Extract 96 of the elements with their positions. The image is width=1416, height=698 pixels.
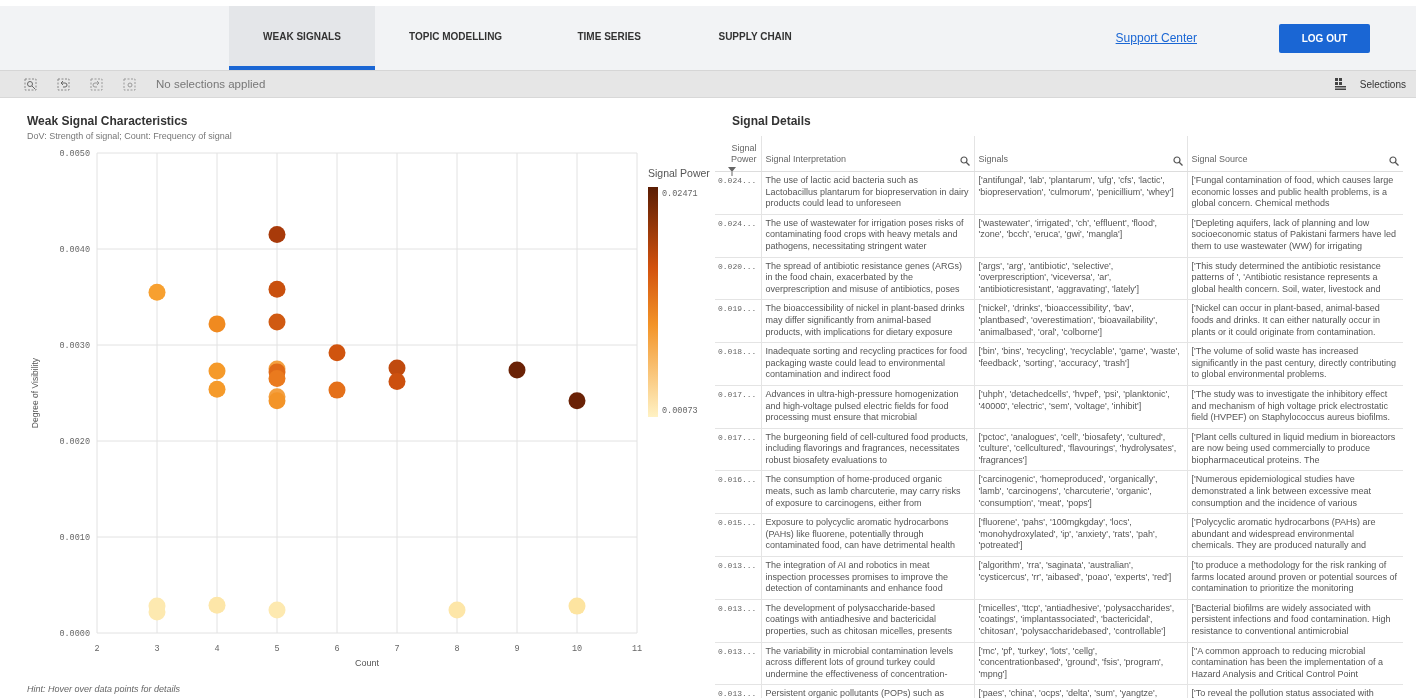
- nav-tab[interactable]: WEAK SIGNALS: [229, 6, 375, 70]
- table-cell: ['paes', 'china', 'ocps', 'delta', 'sum', 'yangtze',: [974, 684, 1187, 698]
- x-tick-label: 2: [94, 644, 100, 654]
- table-cell: 0.018...: [715, 342, 761, 386]
- table-cell: 0.017...: [715, 385, 761, 429]
- column-header[interactable]: Signal Power: [715, 136, 761, 172]
- support-link[interactable]: Support Center: [1115, 31, 1197, 45]
- table-cell: ['The study was to investigate the inhibitory effect and mechanism of high voltage prick electrostatic field (HVPEF) on Staphylococcus aureus biofilms.: [1187, 385, 1403, 429]
- table-cell: The bioaccessibility of nickel in plant-based drinks may differ significantly from animal-based products, with implications for dietary exposure: [761, 299, 974, 343]
- sort-icon[interactable]: [728, 167, 736, 176]
- x-tick-label: 5: [274, 644, 280, 654]
- x-tick-label: 9: [514, 644, 520, 654]
- y-tick-label: 0.0000: [59, 629, 90, 639]
- panel-subtitle: DoV: Strength of signal; Count: Frequency of signal: [27, 131, 232, 141]
- table-cell: The variability in microbial contamination levels across different lots of ground turkey could undermine the effectiveness of concentration-: [761, 642, 974, 685]
- table-cell: 0.013...: [715, 684, 761, 698]
- column-header[interactable]: Signal Source: [1187, 136, 1403, 172]
- x-tick-label: 7: [394, 644, 400, 654]
- table-cell: The development of polysaccharide-based coatings with antiadhesive and bactericidal properties, such as chitosan micelles, presents: [761, 599, 974, 643]
- table-cell: Advances in ultra-high-pressure homogenization and high-voltage pulsed electric fields for food processing must ensure that microbial: [761, 385, 974, 429]
- table-cell: ['wastewater', 'irrigated', 'ch', 'effluent', 'flood', 'zone', 'bcch', 'eruca', 'gwi', 'mangla']: [974, 214, 1187, 258]
- search-icon[interactable]: [1389, 156, 1399, 166]
- nav-tab[interactable]: TOPIC MODELLING: [375, 6, 537, 70]
- table-cell: The use of wastewater for irrigation poses risks of contaminating food crops with heavy metals and pathogens, necessitating stringent water: [761, 214, 974, 258]
- table-cell: ['pctoc', 'analogues', 'cell', 'biosafety', 'cultured', 'culture', 'cellcultured', 'flavourings', 'hydrolysates', 'fragrances']: [974, 428, 1187, 471]
- table-cell: Persistent organic pollutants (POPs) such as: [761, 684, 974, 698]
- panel-title: Weak Signal Characteristics: [27, 114, 188, 128]
- x-axis-label: Count: [355, 658, 379, 668]
- column-header[interactable]: Signals: [974, 136, 1187, 172]
- table-cell: The burgeoning field of cell-cultured food products, including flavorings and fragrances, necessitates robust biosafety evaluations to: [761, 428, 974, 471]
- table-cell: 0.013...: [715, 642, 761, 685]
- table-cell: 0.013...: [715, 556, 761, 600]
- table-cell: ['micelles', 'ttcp', 'antiadhesive', 'polysaccharides', 'coatings', 'implantassociated', 'bactericidal', 'chitosan', 'polysaccharidebased', 'controllable']: [974, 599, 1187, 643]
- table-cell: ['To reveal the pollution status associated with: [1187, 684, 1403, 698]
- table-cell: ['Fungal contamination of food, which causes large economic losses and public health problems, is a global concern. Chemical methods: [1187, 171, 1403, 215]
- table-cell: ['Plant cells cultured in liquid medium in bioreactors are now being used commercially to produce biopharmaceutical proteins. The: [1187, 428, 1403, 471]
- x-tick-label: 10: [571, 644, 583, 654]
- selection-search-icon[interactable]: [24, 77, 37, 91]
- nav-tab[interactable]: SUPPLY CHAIN: [682, 6, 829, 70]
- table-cell: 0.020...: [715, 257, 761, 300]
- table-cell: The use of lactic acid bacteria such as Lactobacillus plantarum for biopreservation in dairy products could lead to unforeseen: [761, 171, 974, 215]
- table-cell: 0.017...: [715, 428, 761, 471]
- y-tick-label: 0.0050: [59, 149, 90, 159]
- table-cell: ['The volume of solid waste has increased significantly in the past century, directly contributing to global environmental problems.: [1187, 342, 1403, 386]
- table-cell: 0.013...: [715, 599, 761, 643]
- table-cell: 0.024...: [715, 214, 761, 258]
- table-cell: ['uhph', 'detachedcells', 'hvpef', 'psi', 'planktonic', '40000', 'electric', 'sem', 'voltage', 'inhibit']: [974, 385, 1187, 429]
- table-cell: ['Bacterial biofilms are widely associated with persistent infections and food contamination. High resistance to conventional antimicrobial: [1187, 599, 1403, 643]
- y-tick-label: 0.0010: [59, 533, 90, 543]
- table-cell: ['algorithm', 'rra', 'saginata', 'australian', 'cysticercus', 'rr', 'aibased', 'poao', 'experts', 'red']: [974, 556, 1187, 600]
- table-cell: ['mc', 'pf', 'turkey', 'lots', 'cellg', 'concentrationbased', 'ground', 'fsis', 'program', 'mpng']: [974, 642, 1187, 685]
- table-cell: 0.024...: [715, 171, 761, 215]
- table-cell: Exposure to polycyclic aromatic hydrocarbons (PAHs) like fluorene, potentially through contaminated food, can have detrimental health: [761, 513, 974, 557]
- y-tick-label: 0.0040: [59, 245, 90, 255]
- table-cell: ['antifungal', 'lab', 'plantarum', 'ufg', 'cfs', 'lactic', 'biopreservation', 'culmorum', 'penicillium', 'whey']: [974, 171, 1187, 215]
- nav-tab[interactable]: TIME SERIES: [536, 6, 683, 70]
- table-cell: ['fluorene', 'pahs', '100mgkgday', 'locs', 'monohydroxylated', 'ip', 'anxiety', 'rats', 'pah', 'potreated']: [974, 513, 1187, 557]
- y-tick-label: 0.0020: [59, 437, 90, 447]
- legend-max-label: 0.02471: [662, 189, 698, 199]
- table-cell: ['Nickel can occur in plant-based, animal-based foods and drinks. It can either naturally occur in plants or it could originate from contamination.: [1187, 299, 1403, 343]
- table-cell: ['bin', 'bins', 'recycling', 'recyclable', 'game', 'waste', 'feedback', 'sorting', 'accuracy', 'trash']: [974, 342, 1187, 386]
- legend-min-label: 0.00073: [662, 406, 698, 416]
- table-cell: ['Polycyclic aromatic hydrocarbons (PAHs) are abundant and widespread environmental chemicals. They are produced naturally and: [1187, 513, 1403, 557]
- y-axis-label: Degree of Visibility: [30, 357, 40, 429]
- table-cell: ['Depleting aquifers, lack of planning and low socioeconomic status of Pakistani farmers have led them to use wastewater (WW) for irrigating: [1187, 214, 1403, 258]
- logout-button[interactable]: LOG OUT: [1279, 23, 1370, 53]
- table-cell: 0.019...: [715, 299, 761, 343]
- selections-button[interactable]: Selections: [1328, 77, 1412, 91]
- table-cell: Inadequate sorting and recycling practices for food packaging waste could lead to environmental contamination and indirect food: [761, 342, 974, 386]
- panel-title: Signal Details: [732, 114, 811, 128]
- column-header[interactable]: Signal Interpretation: [761, 136, 974, 172]
- search-icon[interactable]: [959, 156, 970, 166]
- legend-title: Signal Power: [648, 167, 710, 179]
- x-tick-label: 3: [154, 644, 160, 654]
- table-cell: ['carcinogenic', 'homeproduced', 'organically', 'lamb', 'carcinogens', 'charcuterie', 'organic', 'consumption', 'meat', 'pops']: [974, 470, 1187, 514]
- step-back-icon[interactable]: [57, 77, 70, 91]
- table-cell: The integration of AI and robotics in meat inspection processes promises to improve the detection of contaminants and enhance food: [761, 556, 974, 600]
- search-icon[interactable]: [1172, 156, 1183, 166]
- x-tick-label: 6: [334, 644, 340, 654]
- selection-status: No selections applied: [156, 78, 266, 90]
- table-cell: 0.015...: [715, 513, 761, 557]
- table-cell: ['Numerous epidemiological studies have demonstrated a link between excessive meat consumption and the incidence of various: [1187, 470, 1403, 514]
- hint-text: Hint: Hover over data points for details: [27, 684, 181, 694]
- table-cell: 0.016...: [715, 470, 761, 514]
- y-tick-label: 0.0030: [59, 341, 90, 351]
- table-cell: The consumption of home-produced organic meats, such as lamb charcuterie, may carry risks of exposure to carcinogens, either from: [761, 470, 974, 514]
- table-cell: ['args', 'arg', 'antibiotic', 'selective', 'overprescription', 'viceversa', 'ar', 'antibioticresistant', 'aggravating', 'lately']: [974, 257, 1187, 300]
- table-cell: ["A common approach to reducing microbial contamination has been the implementation of a Hazard Analysis and Critical Control Point: [1187, 642, 1403, 685]
- table-cell: ['This study determined the antibiotic resistance patterns of ', 'Antibiotic resistance represents a global health concern. Soil, water, livestock and: [1187, 257, 1403, 300]
- x-tick-label: 4: [214, 644, 220, 654]
- x-tick-label: 8: [454, 644, 460, 654]
- x-tick-label: 11: [631, 644, 643, 654]
- table-cell: ['to produce a methodology for the risk ranking of farms located around proven or potential sources of contamination to prioritize the monitoring: [1187, 556, 1403, 600]
- selections-icon: [1334, 78, 1346, 90]
- table-cell: The spread of antibiotic resistance genes (ARGs) in the food chain, exacerbated by the overprescription and misuse of antibiotics, poses: [761, 257, 974, 300]
- table-cell: ['nickel', 'drinks', 'bioaccessibility', 'bav', 'plantbased', 'overestimation', 'bioavailability', 'animalbased', 'oral', 'colborne']: [974, 299, 1187, 343]
